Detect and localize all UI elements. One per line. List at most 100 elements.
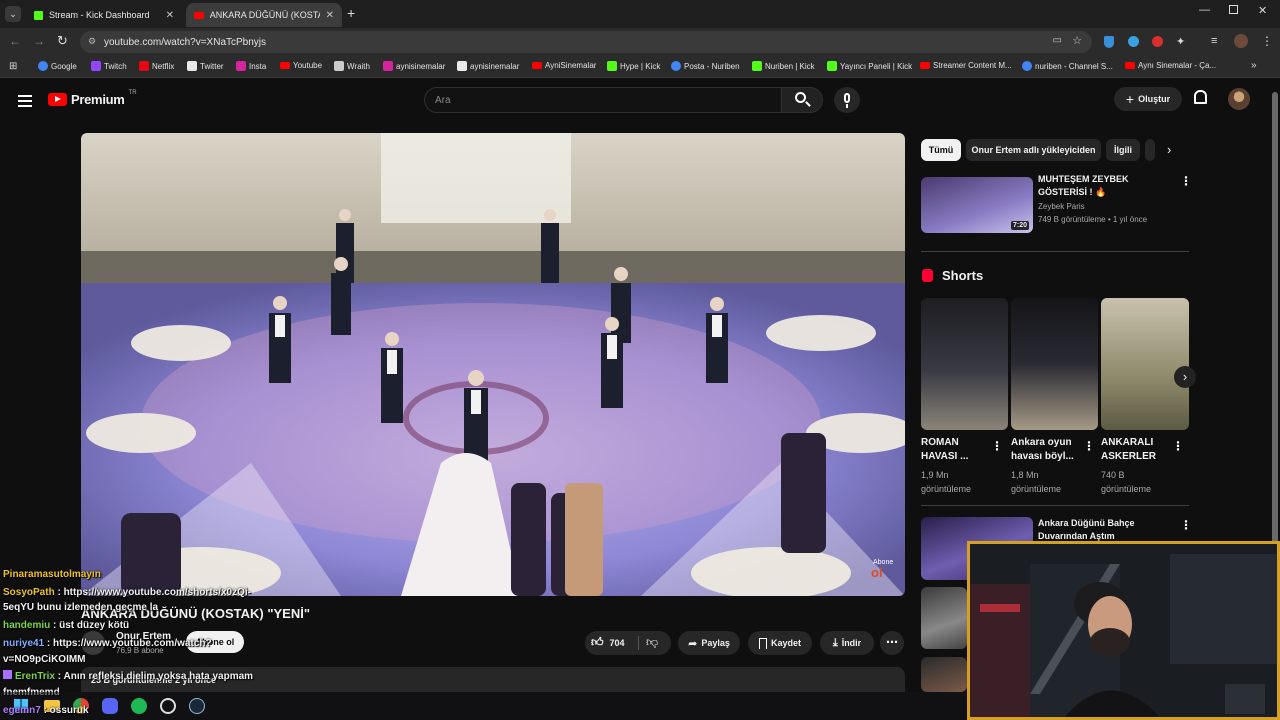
back-icon[interactable]: ← [9, 34, 21, 48]
short-title[interactable]: Ankara oyun havası böyl... [1011, 436, 1074, 464]
bookmark-aynisinemalar-x[interactable]: aynisinemalar [457, 61, 519, 71]
more-vert-icon[interactable]: ⋮ [991, 439, 1003, 453]
recommendation-thumbnail[interactable] [921, 657, 967, 692]
bookmark-twitch[interactable]: Twitch [91, 61, 127, 71]
media-control-icon[interactable]: ≡ [1211, 35, 1217, 47]
bookmark-yayinci-paneli[interactable]: Yayıncı Paneli | Kick [827, 61, 912, 71]
premium-label: Premium [71, 92, 125, 107]
tab-kick-dashboard[interactable]: Stream - Kick Dashboard ✕ [26, 3, 182, 27]
shorts-next-button[interactable]: › [1174, 366, 1196, 388]
maximize-button[interactable] [1229, 5, 1238, 14]
menu-icon[interactable] [18, 95, 32, 110]
recommendation-thumbnail[interactable] [921, 587, 967, 649]
recommendation-channel[interactable]: Zeybek Paris [1038, 201, 1085, 213]
download-button[interactable]: ⤓ İndir [820, 631, 874, 655]
bookmark-aynisinemalar-insta[interactable]: aynisinemalar [383, 61, 445, 71]
chat-message: 5eqYU bunu izlemeden geçme la [3, 601, 158, 615]
short-thumbnail[interactable] [1011, 298, 1098, 430]
bookmark-nuriben-kick[interactable]: Nuriben | Kick [752, 61, 815, 71]
tab-search-button[interactable]: ⌄ [5, 6, 21, 22]
bookmark-wraith[interactable]: Wraith [334, 61, 370, 71]
bookmark-twitter[interactable]: Twitter [187, 61, 224, 71]
instagram-icon [236, 61, 246, 71]
chip-partial[interactable] [1145, 139, 1155, 161]
chip-from-uploader[interactable]: Onur Ertem adlı yükleyiciden [966, 139, 1101, 161]
new-tab-button[interactable]: + [347, 5, 355, 21]
save-button[interactable]: Kaydet [748, 631, 812, 655]
extension-red-icon[interactable] [1152, 36, 1163, 47]
shorts-heading: Shorts [942, 268, 984, 283]
tab-bar: ⌄ Stream - Kick Dashboard ✕ ANKARA DÜĞÜN… [0, 0, 1280, 28]
like-button[interactable]: 👍︎ 704 [591, 635, 625, 650]
bookmark-youtube[interactable]: Youtube [280, 61, 322, 70]
youtube-play-icon [48, 93, 67, 106]
obs-icon[interactable] [160, 698, 176, 714]
recommendation-title[interactable]: MUHTEŞEM ZEYBEK GÖSTERİSİ ! 🔥 [1038, 173, 1129, 199]
close-window-button[interactable]: ✕ [1258, 4, 1267, 17]
more-actions-button[interactable]: ⋯ [880, 631, 904, 655]
recommendation-thumbnail[interactable]: 7:20 [921, 177, 1033, 233]
dislike-button[interactable]: 👎︎ [646, 635, 658, 650]
site-info-icon[interactable]: ⚙ [88, 36, 96, 47]
bookmark-streamer-content[interactable]: Streamer Content M... [920, 61, 1012, 70]
extensions-puzzle-icon[interactable]: ✦ [1176, 35, 1185, 48]
instagram-icon [383, 61, 393, 71]
more-vert-icon[interactable]: ⋮ [1180, 518, 1192, 532]
bookmark-insta[interactable]: Insta [236, 61, 266, 71]
more-bookmarks-icon[interactable]: » [1251, 60, 1257, 71]
bookmark-netflix[interactable]: Netflix [139, 61, 174, 71]
reload-icon[interactable]: ↻ [57, 33, 68, 49]
close-icon[interactable]: ✕ [166, 10, 174, 21]
create-button[interactable]: + Oluştur [1114, 87, 1182, 111]
more-vert-icon[interactable]: ⋮ [1172, 439, 1184, 453]
share-button[interactable]: ➦ Paylaş [678, 631, 740, 655]
bookmark-star-icon[interactable]: ☆ [1072, 34, 1082, 47]
browser-menu-icon[interactable]: ⋮ [1261, 34, 1273, 48]
kick-icon [827, 61, 837, 71]
spotify-icon[interactable] [131, 698, 147, 714]
account-avatar[interactable] [1228, 88, 1250, 110]
chat-message: nuriye41 : https://www.youtube.com/watch… [3, 637, 212, 651]
short-title[interactable]: ROMAN HAVASI ... [921, 436, 968, 464]
apps-grid-icon[interactable]: ⊞ [9, 61, 17, 72]
notifications-bell-icon[interactable] [1194, 90, 1207, 104]
profile-avatar[interactable] [1234, 34, 1248, 48]
bookmark-aynisinemalar-yt[interactable]: AyniSinemalar [532, 61, 596, 70]
chat-message: SosyoPath : https://www.youtube.com/shor… [3, 586, 251, 600]
forward-icon[interactable]: → [33, 34, 45, 48]
steam-icon[interactable] [189, 698, 205, 714]
youtube-logo[interactable]: Premium TR [48, 90, 137, 107]
chevron-right-icon[interactable]: › [1167, 142, 1171, 157]
chat-message: egemn7 : ossuruk [3, 704, 89, 718]
more-vert-icon[interactable]: ⋮ [1180, 174, 1192, 188]
voice-search-button[interactable] [834, 87, 860, 113]
extension-shield-icon[interactable] [1104, 36, 1114, 48]
recommendation-title[interactable]: Ankara Düğünü Bahçe Duvarından Aştım [1038, 517, 1135, 543]
short-thumbnail[interactable] [921, 298, 1008, 430]
bookmark-posta[interactable]: Posta - Nuriben [671, 61, 740, 71]
netflix-icon [139, 61, 149, 71]
chip-all[interactable]: Tümü [921, 139, 961, 161]
plus-icon: + [1125, 91, 1135, 107]
chat-user: SosyoPath [3, 587, 55, 598]
extension-blue-icon[interactable] [1128, 36, 1139, 47]
minimize-button[interactable]: — [1199, 4, 1210, 16]
bookmark-nuriben-channel[interactable]: nuriben - Channel S... [1022, 61, 1113, 71]
chip-related[interactable]: İlgili [1106, 139, 1140, 161]
short-thumbnail[interactable] [1101, 298, 1189, 430]
tab-youtube-video[interactable]: ANKARA DÜĞÜNÜ (KOSTAK) "YE ✕ [186, 3, 342, 27]
page-scrollbar[interactable] [1272, 92, 1278, 552]
search-input[interactable]: Ara [424, 87, 782, 113]
video-player[interactable]: Abone ol [81, 133, 905, 596]
bookmark-google[interactable]: Google [38, 61, 77, 71]
close-icon[interactable]: ✕ [326, 10, 334, 21]
bookmark-hype-kick[interactable]: Hype | Kick [607, 61, 660, 71]
cast-icon[interactable]: ▭ [1053, 35, 1062, 46]
bookmark-ayni-sinemalar-ca[interactable]: Aynı Sinemalar - Ça... [1125, 61, 1216, 70]
discord-icon[interactable] [102, 698, 118, 714]
search-button[interactable] [781, 87, 823, 113]
tab-title: ANKARA DÜĞÜNÜ (KOSTAK) "YE [209, 10, 320, 20]
short-title[interactable]: ANKARALI ASKERLER [1101, 436, 1156, 464]
more-vert-icon[interactable]: ⋮ [1083, 439, 1095, 453]
url-field[interactable]: ⚙ youtube.com/watch?v=XNaTcPbnyjs ▭ ☆ [80, 31, 1092, 53]
